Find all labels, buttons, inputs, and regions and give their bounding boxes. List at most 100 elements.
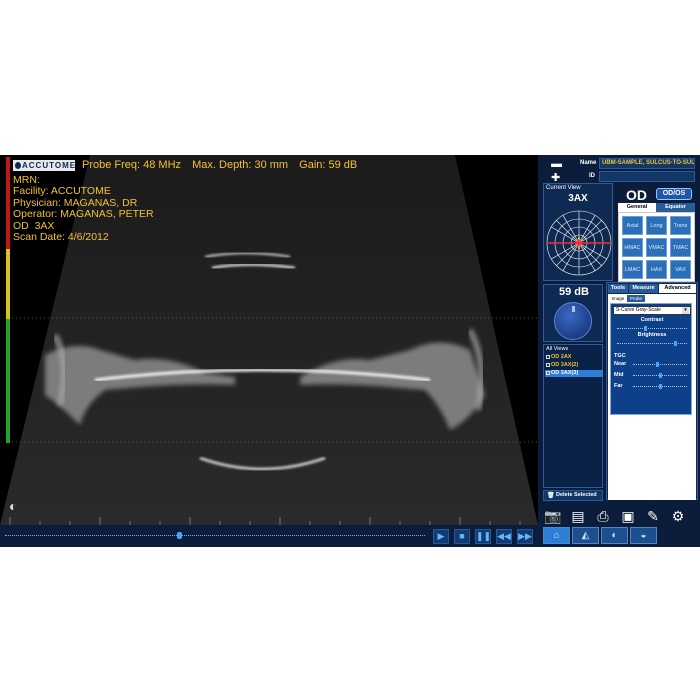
- scan-parameters: Probe Freq: 48 MHz Max. Depth: 30 mm Gai…: [82, 159, 365, 171]
- view-item-label: OD 3AX(3): [551, 370, 579, 376]
- gain-panel: 59 dB: [543, 284, 603, 342]
- clock-view-diagram[interactable]: [545, 206, 613, 280]
- brightness-label: Brightness: [637, 332, 667, 338]
- ultrasound-image-view[interactable]: ACCUTOME Probe Freq: 48 MHz Max. Depth: …: [0, 155, 538, 525]
- subtab-probe[interactable]: Probe: [627, 295, 645, 302]
- ubm-mode-button[interactable]: ◒: [630, 527, 657, 544]
- list-item-selected[interactable]: OD 3AX(3): [545, 370, 603, 377]
- view-item-label: OD 2AX: [551, 354, 572, 360]
- checkbox[interactable]: [546, 371, 550, 375]
- tab-measure[interactable]: Measure: [629, 284, 658, 293]
- image-settings-panel: S-Curve Gray-Scale ▾ Contrast Brightness …: [610, 303, 692, 415]
- gain-knob[interactable]: [554, 302, 592, 340]
- report-icon[interactable]: ▤: [569, 507, 587, 525]
- patient-name-row: ▬ Name UBM-SAMPLE, SULCUS-TO-SULC: [543, 158, 700, 171]
- gray-scale-curve-value: S-Curve Gray-Scale: [616, 307, 661, 313]
- pause-button[interactable]: ❚❚: [475, 529, 491, 544]
- view-trans-button[interactable]: Trans: [670, 216, 691, 235]
- tgc-near-slider[interactable]: [633, 362, 687, 367]
- b-scan-mode-button[interactable]: ◐: [601, 527, 628, 544]
- logo-text: ACCUTOME: [22, 161, 77, 170]
- tab-advanced[interactable]: Advanced: [659, 284, 696, 293]
- tab-general[interactable]: General: [618, 203, 656, 212]
- tgc-near-zone-bar: [6, 157, 10, 249]
- list-item[interactable]: OD 2AX: [545, 354, 603, 361]
- tgc-far-label: Far: [614, 383, 623, 389]
- view-hax-button[interactable]: HAX: [646, 260, 667, 279]
- contrast-slider-handle[interactable]: [643, 326, 647, 331]
- stop-button[interactable]: ■: [454, 529, 470, 544]
- view-long-button[interactable]: Long: [646, 216, 667, 235]
- scan-date-line: Scan Date: 4/6/2012: [13, 231, 109, 244]
- print-icon[interactable]: ⎙: [594, 507, 612, 525]
- tgc-near-label: Near: [614, 361, 627, 367]
- contrast-label: Contrast: [640, 317, 664, 323]
- add-patient-icon[interactable]: ✚: [551, 171, 567, 184]
- advanced-sub-tabs: Image Probe: [609, 295, 649, 302]
- gray-scale-curve-select[interactable]: S-Curve Gray-Scale ▾: [613, 306, 691, 315]
- current-view-value: 3AX: [568, 193, 588, 204]
- fast-forward-button[interactable]: ▶▶: [517, 529, 533, 544]
- gear-icon[interactable]: ⚙: [669, 507, 687, 525]
- eye-selection-panel: OD OD/OS General Equator Axial Long Tran…: [616, 183, 697, 282]
- patient-id-field[interactable]: [599, 171, 695, 182]
- checkbox[interactable]: [546, 363, 550, 367]
- delete-selected-label: Delete Selected: [556, 492, 597, 498]
- play-button[interactable]: ▶: [433, 529, 449, 544]
- ubm-application: ACCUTOME Probe Freq: 48 MHz Max. Depth: …: [0, 155, 700, 547]
- rewind-button[interactable]: ◀◀: [496, 529, 512, 544]
- contrast-slider[interactable]: [617, 326, 687, 331]
- all-views-title: All Views: [546, 346, 569, 352]
- camera-icon[interactable]: 📷: [544, 507, 562, 525]
- bottom-toolbar: 📷 ▤ ⎙ ▣ ✎ ⚙ ⌂ ◭ ◐ ◒: [540, 505, 700, 547]
- save-icon[interactable]: ▣: [619, 507, 637, 525]
- view-vax-button[interactable]: VAX: [670, 260, 691, 279]
- operator-line: Operator: MAGANAS, PETER: [13, 208, 154, 221]
- home-button[interactable]: ⌂: [543, 527, 570, 544]
- view-hmac-button[interactable]: HMAC: [622, 238, 643, 257]
- tgc-mid-slider[interactable]: [633, 373, 687, 378]
- list-item[interactable]: OD 3AX(2): [545, 362, 603, 369]
- tab-equator[interactable]: Equator: [656, 203, 695, 212]
- gain-value: 59 dB: [559, 286, 589, 298]
- advanced-tab-content: Image Probe S-Curve Gray-Scale ▾ Contrast…: [608, 294, 696, 500]
- max-depth: Max. Depth: 30 mm: [192, 159, 289, 171]
- brightness-slider[interactable]: [617, 341, 687, 346]
- chevron-down-icon: ▾: [682, 307, 689, 314]
- accutome-badge-icon: ◐: [9, 498, 18, 514]
- b-scan-icon: ◐: [611, 530, 618, 541]
- od-os-toggle[interactable]: OD/OS: [656, 188, 692, 200]
- tgc-far-handle[interactable]: [658, 384, 662, 389]
- gain-readout: Gain: 59 dB: [299, 159, 358, 171]
- view-lmac-button[interactable]: LMAC: [622, 260, 643, 279]
- tgc-far-slider[interactable]: [633, 384, 687, 389]
- tgc-far-zone-bar: [6, 319, 10, 443]
- view-button-grid: Axial Long Trans HMAC VMAC TMAC LMAC HAX…: [618, 212, 695, 282]
- tgc-mid-zone-bar: [6, 249, 10, 319]
- accutome-logo-mark: [15, 162, 21, 169]
- playback-scrubber[interactable]: [177, 532, 183, 539]
- accutome-logo: ACCUTOME: [13, 160, 75, 171]
- tools-tabs: Tools Measure Advanced: [608, 284, 696, 293]
- subtab-image[interactable]: Image: [609, 295, 627, 302]
- view-axial-button[interactable]: Axial: [622, 216, 643, 235]
- checkbox[interactable]: [546, 355, 550, 359]
- tgc-near-handle[interactable]: [655, 362, 659, 367]
- view-tmac-button[interactable]: TMAC: [670, 238, 691, 257]
- tab-tools[interactable]: Tools: [608, 284, 628, 293]
- folder-icon[interactable]: ▬: [551, 158, 567, 170]
- probe-frequency: Probe Freq: 48 MHz: [82, 159, 182, 171]
- patient-name-field[interactable]: UBM-SAMPLE, SULCUS-TO-SULC: [599, 158, 695, 169]
- pen-icon[interactable]: ✎: [644, 507, 662, 525]
- playback-track[interactable]: [5, 535, 425, 537]
- gain-knob-marker: [572, 306, 575, 312]
- brightness-slider-handle[interactable]: [673, 341, 677, 346]
- a-scan-mode-button[interactable]: ◭: [572, 527, 599, 544]
- tgc-mid-handle[interactable]: [658, 373, 662, 378]
- id-label: ID: [589, 173, 595, 179]
- delete-selected-button[interactable]: 🗑 Delete Selected: [543, 490, 603, 501]
- right-control-panel: ▬ Name UBM-SAMPLE, SULCUS-TO-SULC ✚ ID C…: [540, 155, 700, 547]
- tools-panel: Tools Measure Advanced Image Probe S-Cur…: [606, 282, 698, 500]
- name-label: Name: [580, 160, 597, 166]
- view-vmac-button[interactable]: VMAC: [646, 238, 667, 257]
